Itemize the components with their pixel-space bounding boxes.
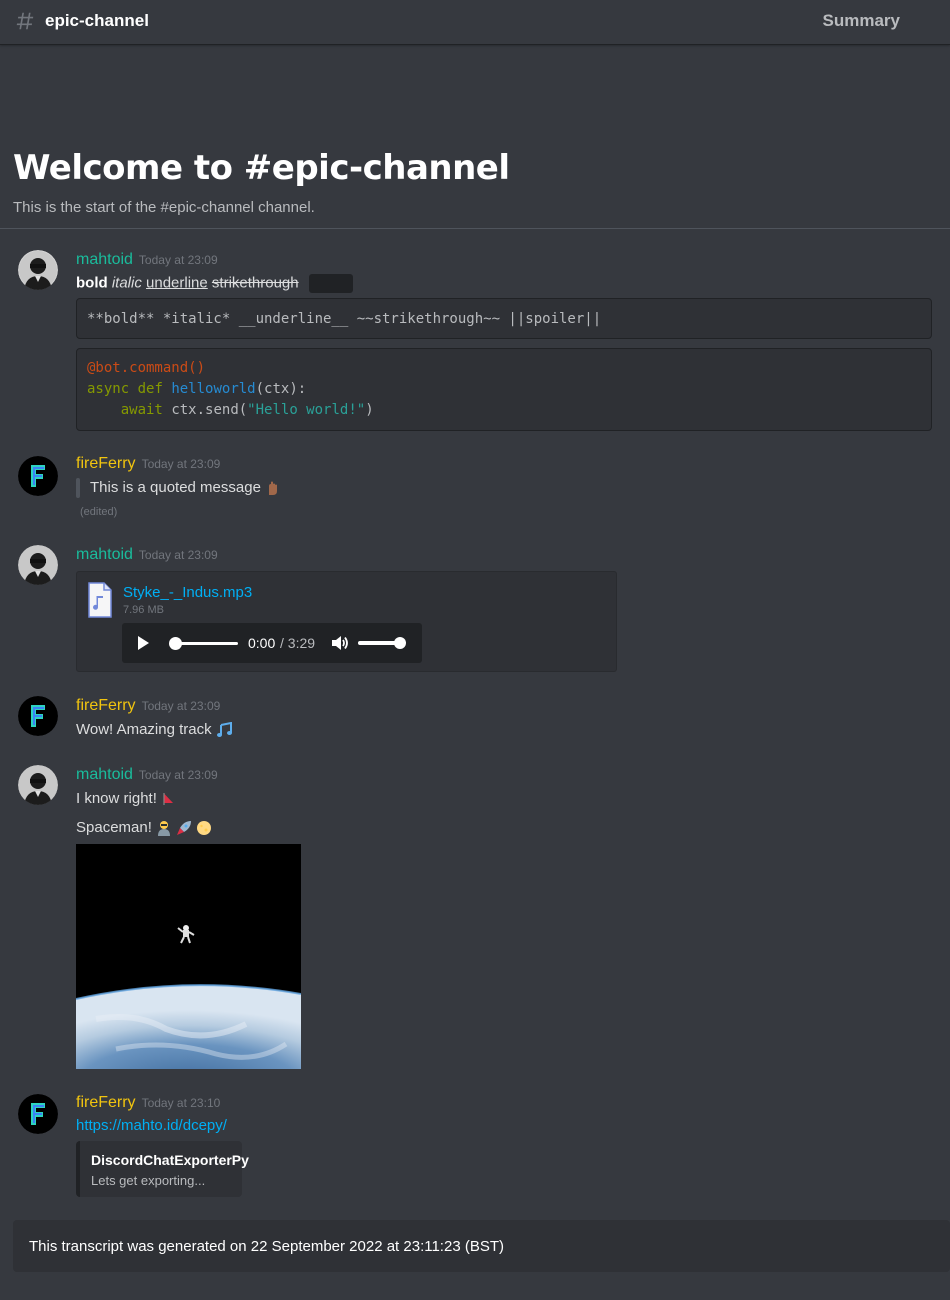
divider (0, 228, 950, 229)
message-text: I know right! (76, 790, 175, 807)
welcome-subtitle: This is the start of the #epic-channel c… (13, 199, 315, 216)
author-name[interactable]: fireFerry Today at 23:09 (76, 455, 220, 473)
message-timestamp: Today at 23:09 (138, 253, 218, 267)
audio-file-icon (88, 582, 112, 618)
file-size: 7.96 MB (123, 604, 164, 616)
volume-handle[interactable] (394, 637, 406, 649)
message-timestamp: Today at 23:09 (138, 768, 218, 782)
welcome-title: Welcome to #epic-channel (13, 148, 510, 188)
audio-player: 0:00 / 3:29 (122, 623, 422, 663)
embed-description: Lets get exporting... (91, 1173, 206, 1188)
avatar-mahtoid[interactable] (18, 545, 58, 585)
play-icon[interactable] (134, 634, 152, 652)
author-name[interactable]: mahtoid Today at 23:09 (76, 546, 218, 564)
avatar-mahtoid[interactable] (18, 765, 58, 805)
summary-button[interactable]: Summary (823, 11, 900, 31)
moon-emoji (197, 821, 212, 836)
author-name[interactable]: fireFerry Today at 23:10 (76, 1094, 220, 1112)
message-link[interactable]: https://mahto.id/dcepy/ (76, 1117, 227, 1134)
triangle-flag-emoji (163, 793, 174, 806)
python-code-block: @bot.command() async def helloworld(ctx)… (76, 348, 932, 431)
avatar-fireferry[interactable] (18, 1094, 58, 1134)
message-timestamp: Today at 23:10 (141, 1096, 221, 1110)
raised-hand-emoji (269, 481, 278, 496)
link-embed: DiscordChatExporterPy Lets get exporting… (76, 1141, 249, 1197)
avatar-mahtoid[interactable] (18, 250, 58, 290)
avatar-fireferry[interactable] (18, 696, 58, 736)
current-time: 0:00 (248, 635, 276, 651)
music-notes-emoji (216, 722, 232, 738)
edited-label: (edited) (80, 506, 118, 518)
volume-icon[interactable] (330, 633, 350, 653)
bold-text: bold (76, 274, 108, 292)
channel-header: epic-channel Summary (0, 0, 950, 45)
total-time: / 3:29 (280, 635, 316, 651)
embed-title[interactable]: DiscordChatExporterPy (91, 1152, 249, 1168)
astronaut-emoji (158, 821, 171, 837)
author-name[interactable]: fireFerry Today at 23:09 (76, 697, 220, 715)
underline-text: underline (146, 274, 208, 292)
author-name[interactable]: mahtoid Today at 23:09 (76, 766, 218, 784)
message-text: Wow! Amazing track (76, 721, 234, 738)
message-timestamp: Today at 23:09 (138, 548, 218, 562)
author-name[interactable]: mahtoid Today at 23:09 (76, 251, 218, 269)
spoiler-block[interactable] (308, 274, 353, 293)
audio-attachment: Styke_-_Indus.mp3 7.96 MB 0:00 / 3:29 (76, 571, 617, 672)
quote-text: This is a quoted message (90, 479, 281, 496)
quote-bar (76, 478, 80, 498)
rocket-emoji (177, 821, 192, 836)
footer-text: This transcript was generated on 22 Sept… (29, 1238, 504, 1255)
channel-name: epic-channel (45, 11, 149, 30)
audio-file-link[interactable]: Styke_-_Indus.mp3 (123, 584, 252, 601)
message-timestamp: Today at 23:09 (141, 699, 221, 713)
avatar-fireferry[interactable] (18, 456, 58, 496)
transcript-footer: This transcript was generated on 22 Sept… (13, 1220, 950, 1272)
message-timestamp: Today at 23:09 (141, 457, 221, 471)
hash-icon (16, 12, 34, 30)
message-text: Spaceman! (76, 819, 212, 837)
image-attachment[interactable] (76, 844, 301, 1069)
strikethrough-text: strikethrough (211, 274, 299, 292)
seek-handle[interactable] (169, 637, 182, 650)
inline-code-block: **bold** *italic* __underline__ ~~strike… (76, 298, 932, 339)
rich-text-line: bold italic underline strikethrough (76, 274, 353, 293)
italic-text: italic (111, 274, 142, 292)
